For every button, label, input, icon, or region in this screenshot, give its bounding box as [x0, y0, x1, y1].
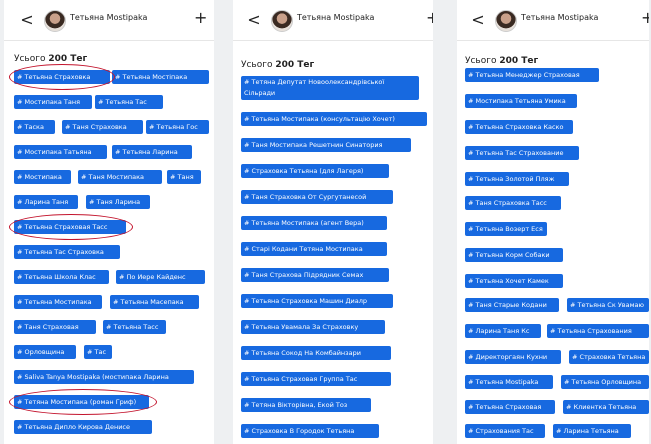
plus-icon[interactable]: + [194, 8, 207, 28]
tag[interactable]: # Тетьяна Гос [146, 120, 209, 134]
profile-name: Тетьяна Mostipaka [70, 13, 148, 22]
tag-count: Усього 200 Тег [465, 56, 539, 66]
tag[interactable]: # Мостипака Таня [14, 95, 92, 109]
tag[interactable]: # Таня [167, 170, 201, 184]
tag[interactable]: # По Иере Кайденс [116, 270, 205, 284]
tag[interactable]: # Директоргаян Кухни [465, 350, 561, 364]
profile-name: Тетьяна Mostipaka [297, 13, 375, 22]
tag[interactable]: # Тетьяна Дипло Кирова Денисе [14, 420, 152, 434]
tag[interactable]: # Таня Страховка От Сургутанесой [241, 190, 393, 204]
tag[interactable]: # Тетьяна Страховка [14, 70, 110, 84]
panel-header: < Тетьяна Mostipaka + [4, 0, 214, 41]
tag[interactable]: # Тетьяна Страховка Машин Диалр [241, 294, 393, 308]
tag[interactable]: # Тетьяна Ск Увамаю [567, 298, 649, 312]
tag[interactable]: # Таня Мостипака [78, 170, 162, 184]
tag-count: Усього 200 Тег [241, 60, 315, 70]
avatar [271, 10, 293, 32]
tag[interactable]: # Тетьяна Тас Страхование [465, 146, 579, 160]
avatar [495, 10, 517, 32]
tag[interactable]: # Тетьяна Страховая Тасс [14, 220, 126, 234]
tag[interactable]: # Тетьяна Тас [95, 95, 163, 109]
tag[interactable]: # Страховка В Городок Тетьяна [241, 424, 379, 438]
tag[interactable]: # Тетяна Мостипака (роман Гриф) [14, 395, 149, 409]
tag[interactable]: # Тетьяна Корм Собаки [465, 248, 563, 262]
tags-panel-3: < Тетьяна Mostipaka + Усього 200 Тег # Т… [457, 0, 649, 444]
tag[interactable]: # Тетьяна Тасс [103, 320, 166, 334]
tag[interactable]: # Тетьяна Страховка Каско [465, 120, 573, 134]
tag[interactable]: # Старі Кодани Тетяна Мостипака [241, 242, 387, 256]
tag[interactable]: # Ларина Таня Кс [465, 324, 541, 338]
tag[interactable]: # Ларина Тетьяна [553, 424, 631, 438]
profile-name: Тетьяна Mostipaka [521, 13, 599, 22]
tag[interactable]: # Тетьяна Мостипака (консультацію Хочет) [241, 112, 427, 126]
tag[interactable]: # Тетьяна Ларина [112, 145, 192, 159]
tag[interactable]: # Тетьяна Золотой Пляж [465, 172, 569, 186]
tags-panel-1: < Тетьяна Mostipaka + Усього 200 Тег # Т… [4, 0, 214, 444]
tag[interactable]: # Орловщина [14, 345, 76, 359]
tag[interactable]: # Мостипака Тетьяна Умика [465, 94, 577, 108]
tag[interactable]: # Тетьяна Страховая Группа Тас [241, 372, 391, 386]
tag[interactable]: # Тетяна Депутат Новоолександрівської Сі… [241, 76, 419, 100]
plus-icon[interactable]: + [426, 8, 433, 28]
tag[interactable]: # Тетьяна Тас Страховка [14, 245, 120, 259]
tag[interactable]: # Тетьяна Орловщина [561, 375, 649, 389]
tag[interactable]: # Saliva Tanya Mostipaka (мостипака Лари… [14, 370, 194, 384]
tag[interactable]: # Таня Страхова Підрядник Семах [241, 268, 389, 282]
tag[interactable]: # Тетьяна Увамала За Страховку [241, 320, 385, 334]
back-icon[interactable]: < [18, 10, 36, 30]
tag[interactable]: # Таня Страховка Тасс [465, 196, 561, 210]
tag[interactable]: # Мостипака Татьяна [14, 145, 107, 159]
tag[interactable]: # Тетьяна Мостипака (агент Вера) [241, 216, 387, 230]
tag[interactable]: # Таня Страховая [14, 320, 96, 334]
tag[interactable]: # Ларина Таня [14, 195, 78, 209]
tag[interactable]: # Тетьяна Мостипака [14, 295, 102, 309]
tag[interactable]: # Тетьяна Страхования [547, 324, 649, 338]
tag[interactable]: # Тетьяна Страховая [465, 400, 555, 414]
tag[interactable]: # Тетьяна Возерт Еся [465, 222, 547, 236]
tag[interactable]: # Таня Мостипака Решетнин Синатория [241, 138, 411, 152]
tag[interactable]: # Тетьяна Сокод На Комбайнзари [241, 346, 391, 360]
back-icon[interactable]: < [469, 10, 487, 30]
tag[interactable]: # Клиентка Тетьяна [563, 400, 649, 414]
tag[interactable]: # Таня Страховка [62, 120, 143, 134]
tag[interactable]: # Тетяна Вікторівна, Екой Тоз [241, 398, 371, 412]
tag[interactable]: # Тетьяна Хочет Камек [465, 274, 563, 288]
tag[interactable]: # Тас [84, 345, 112, 359]
tag[interactable]: # Тетьяна Школа Клас [14, 270, 109, 284]
tag[interactable]: # Страхования Тас [465, 424, 545, 438]
tag[interactable]: # Таска [14, 120, 55, 134]
plus-icon[interactable]: + [641, 8, 649, 28]
tag[interactable]: # Тетьяна Масепака [110, 295, 199, 309]
tags-panel-2: < Тетьяна Mostipaka + Усього 200 Тег # Т… [233, 0, 433, 444]
tag[interactable]: # Страховка Тетьяна (для Лагеря) [241, 164, 389, 178]
back-icon[interactable]: < [245, 10, 263, 30]
panel-header: < Тетьяна Mostipaka + [233, 0, 433, 41]
tag[interactable]: # Таня Старые Кодани [465, 298, 559, 312]
tag[interactable]: # Таня Ларина [86, 195, 150, 209]
avatar [44, 10, 66, 32]
tag[interactable]: # Тетьяна Мостіпака [112, 70, 209, 84]
tag[interactable]: # Страховка Тетьяна [569, 350, 649, 364]
panel-header: < Тетьяна Mostipaka + [457, 0, 649, 41]
tag[interactable]: # Тетьяна Менеджер Страховая [465, 68, 599, 82]
tag[interactable]: # Тетьяна Mostipaka [465, 375, 553, 389]
tag-count: Усього 200 Тег [14, 54, 88, 64]
tag[interactable]: # Мостипака [14, 170, 71, 184]
